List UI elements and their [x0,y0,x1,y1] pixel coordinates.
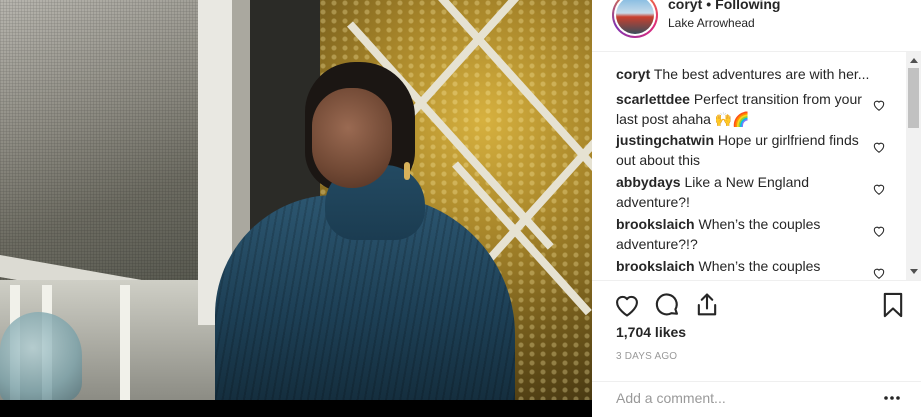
photo-bottom-bar [0,400,592,417]
post-actions: 1,704 likes 3 DAYS AGO [592,280,921,417]
comment-like-icon[interactable] [872,266,886,280]
comment-username[interactable]: coryt [616,66,650,82]
comment-item: abbydays Like a New England adventure?! [616,172,872,212]
photo-rail-post [120,285,130,400]
scrollbar-thumb[interactable] [908,68,919,128]
comment-input[interactable] [616,390,866,406]
comment-bubble-icon[interactable] [653,291,681,319]
comment-like-icon[interactable] [872,140,886,154]
comment-username[interactable]: brookslaich [616,216,695,232]
comment-item: brookslaich When’s the couples adventure… [616,256,872,280]
comment-text: The best adventures are with her... [653,66,870,82]
header-line: coryt • Following [668,0,780,12]
comment-username[interactable]: scarlettdee [616,91,690,107]
post-header: coryt • Following Lake Arrowhead [592,0,921,52]
photo-earring [404,162,410,180]
comment-like-icon[interactable] [872,224,886,238]
comments-list[interactable]: coryt The best adventures are with her..… [592,52,921,280]
post-timestamp[interactable]: 3 DAYS AGO [616,351,677,362]
comment-item: scarlettdee Perfect transition from your… [616,89,872,129]
comments-scrollbar[interactable] [906,52,921,280]
scroll-up-arrow-icon[interactable] [910,58,918,63]
post-photo[interactable] [0,0,592,400]
avatar[interactable] [612,0,658,38]
post-side-panel: coryt • Following Lake Arrowhead coryt The… [592,0,921,417]
scroll-down-arrow-icon[interactable] [910,269,918,274]
avatar-ring [614,0,656,36]
photo-face [312,88,392,188]
heart-outline-icon[interactable] [613,291,641,319]
photo-chair [0,312,82,400]
comment-username[interactable]: brookslaich [616,258,695,274]
following-button[interactable]: Following [715,0,780,12]
comment-username[interactable]: justingchatwin [616,132,714,148]
comment-item: brookslaich When’s the couples adventure… [616,214,872,254]
bookmark-icon[interactable] [879,291,907,319]
caption: coryt The best adventures are with her..… [616,64,886,84]
comment-item: justingchatwin Hope ur girlfriend finds … [616,130,872,170]
more-dots-icon[interactable] [882,392,902,404]
likes-count[interactable]: 1,704 likes [616,324,686,340]
header-separator: • [706,0,712,12]
username-link[interactable]: coryt [668,0,702,12]
location-link[interactable]: Lake Arrowhead [668,16,755,30]
comment-like-icon[interactable] [872,98,886,112]
share-icon[interactable] [693,291,721,319]
add-comment-bar [592,381,921,417]
avatar-image [616,0,654,34]
comment-username[interactable]: abbydays [616,174,681,190]
comment-like-icon[interactable] [872,182,886,196]
